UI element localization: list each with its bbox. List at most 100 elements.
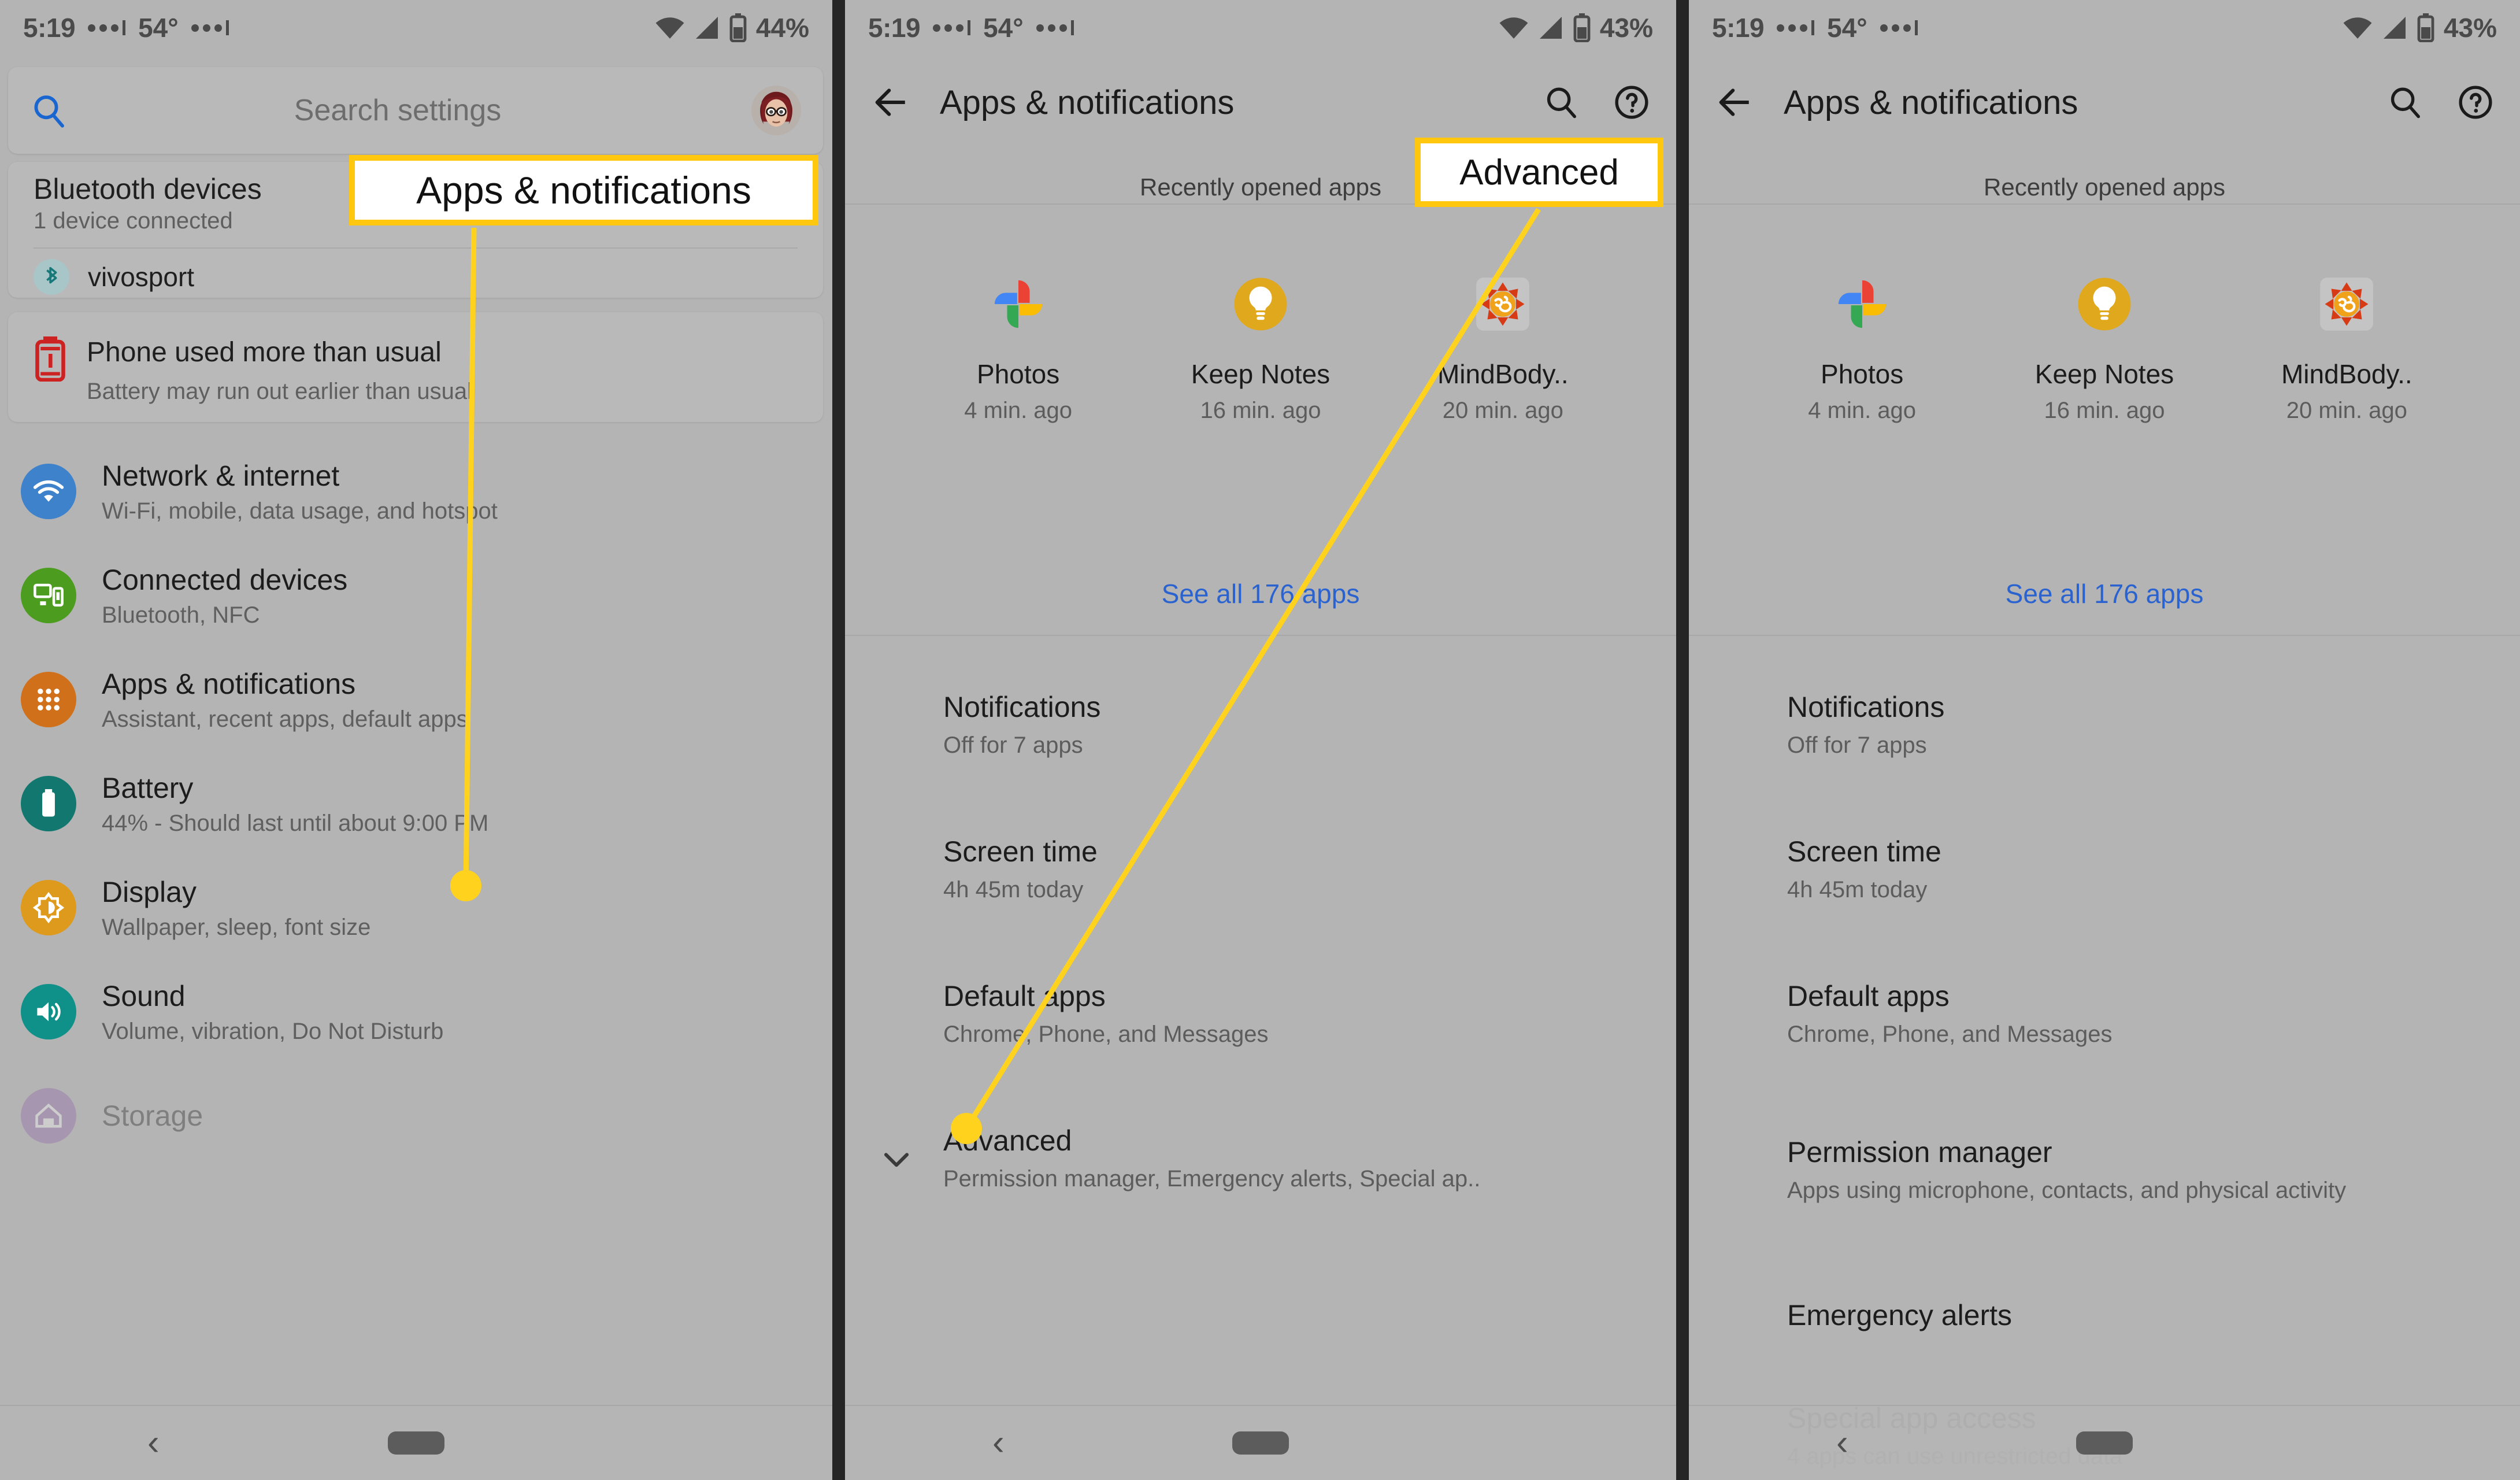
nav-back-icon[interactable]: ‹	[992, 1425, 1005, 1461]
list-item-title: Emergency alerts	[1787, 1299, 2013, 1331]
clock: 5:19	[23, 13, 76, 43]
sidebar-item-sub: Wallpaper, sleep, font size	[102, 914, 371, 940]
app-name: MindBody..	[1437, 359, 1569, 389]
recent-app-photos[interactable]: Photos 4 min. ago	[1767, 272, 1958, 424]
list-item-title: Screen time	[943, 835, 1098, 868]
list-item-subtitle: Apps using microphone, contacts, and phy…	[1787, 1178, 2347, 1204]
volume-icon	[21, 984, 76, 1039]
sidebar-item-sub: Bluetooth, NFC	[102, 602, 260, 628]
nav-back-icon[interactable]: ‹	[147, 1425, 160, 1461]
search-icon[interactable]	[1543, 84, 1579, 120]
devices-circle-icon	[21, 568, 76, 623]
arrow-back-icon[interactable]	[872, 83, 910, 121]
temperature: 54°	[983, 13, 1024, 43]
list-item-subtitle: Off for 7 apps	[1787, 732, 1927, 758]
list-item-screen-time[interactable]: Screen time 4h 45m today	[1689, 798, 2520, 942]
avatar[interactable]	[751, 86, 801, 135]
list-item-title: Notifications	[943, 691, 1101, 724]
google-photos-icon	[986, 272, 1051, 336]
status-bar-left: 5:19 54°	[23, 12, 229, 43]
bluetooth-card-subtitle: 1 device connected	[34, 208, 233, 234]
clock: 5:19	[868, 13, 921, 43]
sidebar-item-connected-devices[interactable]: Connected devices Bluetooth, NFC	[0, 543, 832, 648]
sidebar-item-label: Connected devices	[102, 563, 348, 596]
help-circle-icon[interactable]	[2458, 84, 2493, 120]
list-item-notifications[interactable]: Notifications Off for 7 apps	[845, 653, 1676, 798]
list-item-default-apps[interactable]: Default apps Chrome, Phone, and Messages	[845, 942, 1676, 1087]
sidebar-item-sub: Volume, vibration, Do Not Disturb	[102, 1018, 444, 1044]
app-last-used: 4 min. ago	[964, 398, 1073, 423]
sidebar-item-label: Network & internet	[102, 459, 340, 492]
brightness-icon	[21, 880, 76, 935]
see-all-apps-link[interactable]: See all 176 apps	[1689, 578, 2520, 609]
sidebar-item-apps-notifications[interactable]: Apps & notifications Assistant, recent a…	[0, 648, 832, 752]
app-name: Keep Notes	[2034, 359, 2174, 389]
sidebar-item-battery[interactable]: Battery 44% - Should last until about 9:…	[0, 752, 832, 856]
search-settings-bar[interactable]: Search settings	[8, 67, 823, 154]
list-item-advanced[interactable]: Advanced Permission manager, Emergency a…	[845, 1087, 1676, 1231]
chevron-down-icon	[879, 1141, 914, 1177]
list-item-permission-manager[interactable]: Permission manager Apps using microphone…	[1689, 1087, 2520, 1255]
callout-advanced: Advanced	[1415, 138, 1663, 207]
app-last-used: 20 min. ago	[2286, 398, 2407, 423]
home-pill-icon[interactable]	[2076, 1431, 2133, 1455]
temperature: 54°	[138, 13, 179, 43]
sidebar-item-network[interactable]: Network & internet Wi-Fi, mobile, data u…	[0, 439, 832, 543]
list-item-title: Screen time	[1787, 835, 1941, 868]
list-item-notifications[interactable]: Notifications Off for 7 apps	[1689, 653, 2520, 798]
recent-app-mindbody[interactable]: MindBody.. 20 min. ago	[2251, 272, 2442, 424]
sidebar-item-label: Apps & notifications	[102, 667, 356, 700]
sidebar-item-display[interactable]: Display Wallpaper, sleep, font size	[0, 856, 832, 960]
battery-percent: 43%	[2443, 13, 2497, 43]
search-input[interactable]: Search settings	[44, 93, 751, 128]
nav-back-icon[interactable]: ‹	[1836, 1425, 1848, 1461]
recent-apps-row: Photos 4 min. ago Keep Notes 16 min. ago	[845, 272, 1676, 424]
list-item-subtitle: Chrome, Phone, and Messages	[943, 1022, 1269, 1048]
recent-app-keep-notes[interactable]: Keep Notes 16 min. ago	[2009, 272, 2200, 424]
recent-app-photos[interactable]: Photos 4 min. ago	[923, 272, 1114, 424]
home-pill-icon[interactable]	[388, 1431, 444, 1455]
notification-dots-icon-2	[1880, 20, 1918, 35]
status-bar-left: 5:19 54°	[1712, 12, 1918, 43]
list-item-emergency-alerts[interactable]: Emergency alerts	[1689, 1255, 2520, 1376]
bluetooth-card-title: Bluetooth devices	[34, 173, 262, 205]
sidebar-item-storage[interactable]: Storage	[0, 1064, 832, 1168]
phone-screen-apps-notifications: 5:19 54° 43% Apps & notifications Recent…	[845, 0, 1676, 1480]
notification-dots-icon	[1777, 20, 1815, 35]
notification-dots-icon	[933, 20, 971, 35]
sidebar-item-label: Sound	[102, 979, 186, 1012]
bluetooth-device-name: vivosport	[88, 262, 195, 292]
help-circle-icon[interactable]	[1614, 84, 1650, 120]
battery-card-title: Phone used more than usual	[87, 337, 442, 368]
list-item-subtitle: 4h 45m today	[943, 877, 1084, 903]
wifi-icon	[1498, 16, 1529, 39]
home-pill-icon[interactable]	[1232, 1431, 1289, 1455]
list-item-default-apps[interactable]: Default apps Chrome, Phone, and Messages	[1689, 942, 2520, 1087]
recent-app-mindbody[interactable]: MindBody.. 20 min. ago	[1407, 272, 1598, 424]
divider	[845, 635, 1676, 636]
sidebar-item-sound[interactable]: Sound Volume, vibration, Do Not Disturb	[0, 960, 832, 1064]
list-item-subtitle: 4h 45m today	[1787, 877, 1928, 903]
recent-apps-row: Photos 4 min. ago Keep Notes 16 min. ago	[1689, 272, 2520, 424]
callout-label: Advanced	[1459, 152, 1619, 193]
status-bar: 5:19 54° 44%	[0, 0, 832, 56]
arrow-back-icon[interactable]	[1715, 83, 1754, 121]
search-icon[interactable]	[2387, 84, 2423, 120]
divider	[1689, 204, 2520, 205]
see-all-apps-link[interactable]: See all 176 apps	[845, 578, 1676, 609]
recent-app-keep-notes[interactable]: Keep Notes 16 min. ago	[1165, 272, 1356, 424]
sidebar-item-sub: Wi-Fi, mobile, data usage, and hotspot	[102, 498, 498, 524]
battery-percent: 43%	[1599, 13, 1653, 43]
callout-label: Apps & notifications	[416, 169, 751, 212]
section-label-recent-apps: Recently opened apps	[1984, 173, 2225, 201]
status-bar: 5:19 54° 43%	[1689, 0, 2520, 56]
bluetooth-device-row[interactable]: vivosport	[34, 259, 194, 295]
app-last-used: 16 min. ago	[2044, 398, 2165, 423]
battery-icon	[2417, 13, 2434, 42]
battery-alert-icon	[34, 336, 67, 382]
divider	[1689, 635, 2520, 636]
battery-warning-card[interactable]: Phone used more than usual Battery may r…	[8, 312, 823, 422]
callout-apps-notifications: Apps & notifications	[349, 155, 818, 225]
wifi-circle-icon	[21, 464, 76, 519]
list-item-screen-time[interactable]: Screen time 4h 45m today	[845, 798, 1676, 942]
